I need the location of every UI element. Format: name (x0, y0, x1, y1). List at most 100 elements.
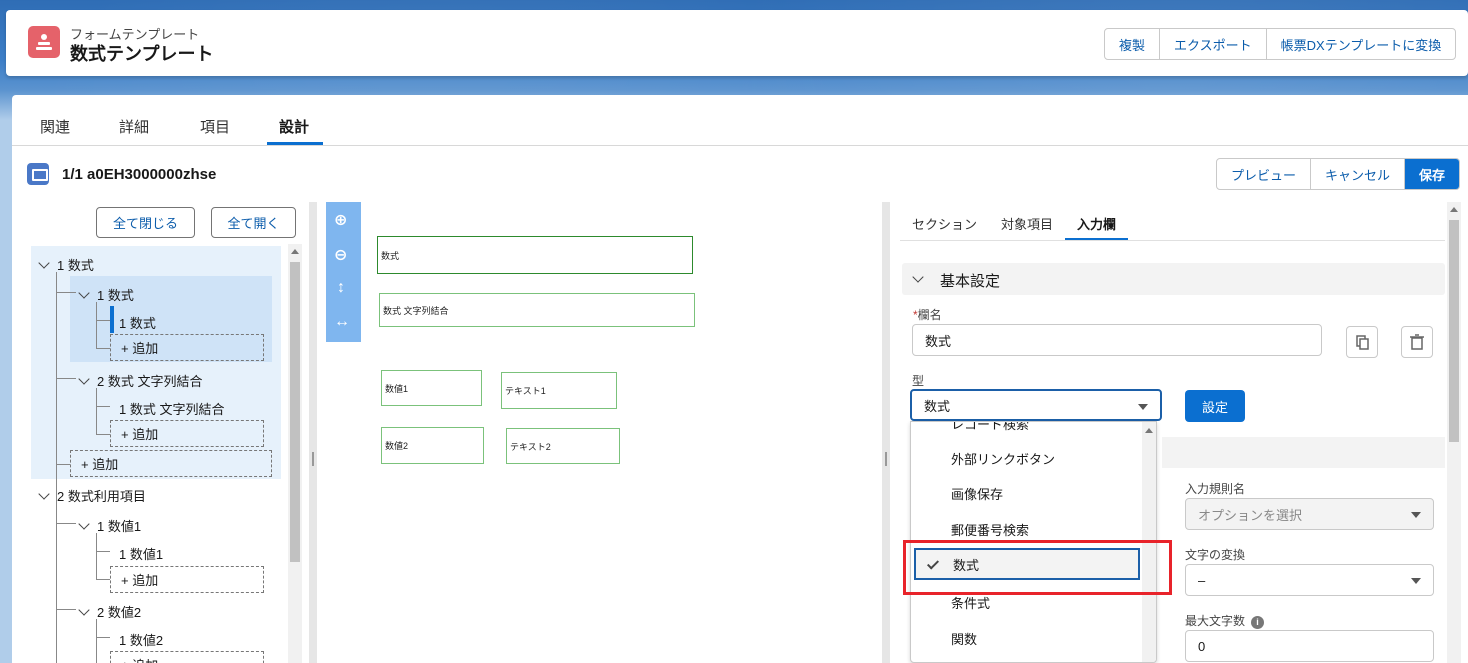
clone-button[interactable]: 複製 (1105, 29, 1159, 59)
canvas-toolbar: ⊕ ⊖ ↕ ↔ (326, 202, 361, 342)
add-item-button[interactable]: + 追加 (110, 420, 264, 447)
max-length-label: 最大文字数 i (1185, 612, 1265, 629)
info-icon[interactable]: i (1251, 616, 1265, 629)
delete-button[interactable] (1401, 326, 1433, 358)
active-tab-indicator (267, 142, 323, 145)
tree-node-1-1[interactable]: 1 数式 (78, 285, 134, 304)
chevron-down-icon[interactable] (78, 373, 90, 385)
tab-target-field[interactable]: 対象項目 (1001, 214, 1053, 233)
chevron-down-icon[interactable] (78, 287, 90, 299)
dropdown-option[interactable]: 外部リンクボタン (911, 441, 1141, 475)
tree-line (56, 464, 70, 465)
tree-scrollbar[interactable] (288, 244, 302, 663)
chevron-down-icon (1411, 578, 1421, 584)
canvas-field-box[interactable]: 数値2 (381, 427, 484, 464)
tab-input-field[interactable]: 入力欄 (1077, 214, 1116, 233)
chevron-down-icon[interactable] (78, 604, 90, 616)
dropdown-option[interactable]: 関数 (911, 621, 1141, 655)
fit-height-icon[interactable]: ↕ (337, 279, 345, 297)
left-resize-handle[interactable] (309, 202, 317, 663)
canvas-field-box[interactable]: 数式 (377, 236, 693, 274)
convert-button[interactable]: 帳票DXテンプレートに変換 (1265, 29, 1456, 59)
tab-divider (900, 240, 1445, 241)
right-panel-scrollbar[interactable] (1447, 202, 1461, 663)
scroll-up-icon[interactable] (1145, 428, 1153, 433)
tree-line (56, 378, 76, 379)
validation-rule-label: 入力規則名 (1185, 482, 1246, 496)
tree-line (96, 619, 97, 663)
add-item-button[interactable]: + 追加 (110, 334, 264, 361)
tree-line (96, 434, 110, 435)
add-item-button[interactable]: + 追加 (70, 450, 272, 477)
tree-node-2-2-1[interactable]: 1 数値2 (119, 630, 163, 649)
dropdown-option[interactable]: レコード検索 (911, 422, 1141, 440)
tree-node-2-1-1[interactable]: 1 数値1 (119, 544, 163, 563)
canvas-field-box[interactable]: テキスト1 (501, 372, 617, 409)
record-header: フォームテンプレート 数式テンプレート 複製 エクスポート 帳票DXテンプレート… (6, 10, 1468, 76)
scroll-up-icon[interactable] (291, 249, 299, 254)
conversion-label: 文字の変換 (1185, 548, 1246, 562)
validation-rule-select: オプションを選択 (1185, 498, 1434, 530)
canvas-field-box[interactable]: 数値1 (381, 370, 482, 406)
header-actions: 複製 エクスポート 帳票DXテンプレートに変換 (1104, 28, 1457, 60)
chevron-down-icon[interactable] (912, 271, 924, 283)
cancel-button[interactable]: キャンセル (1310, 159, 1404, 189)
chevron-down-icon (1411, 512, 1421, 518)
copy-icon (1356, 335, 1369, 350)
preview-button[interactable]: プレビュー (1217, 159, 1310, 189)
type-select[interactable]: 数式 (910, 389, 1162, 421)
tree-line (96, 533, 97, 579)
tab-design[interactable]: 設計 (279, 116, 309, 137)
chevron-down-icon[interactable] (38, 257, 50, 269)
tree-line (56, 609, 76, 610)
zoom-in-icon[interactable]: ⊕ (334, 210, 347, 230)
scrollbar-thumb[interactable] (1449, 220, 1459, 442)
tab-details[interactable]: 詳細 (119, 116, 149, 137)
tree-node-2-2[interactable]: 2 数値2 (78, 602, 141, 621)
tree-node-2-1[interactable]: 1 数値1 (78, 516, 141, 535)
selected-indicator (110, 306, 114, 333)
add-item-button[interactable]: + 追加 (110, 651, 264, 663)
record-title: 数式テンプレート (70, 44, 214, 64)
tree-node-1-2[interactable]: 2 数式 文字列結合 (78, 371, 202, 390)
collapse-all-button[interactable]: 全て閉じる (96, 207, 195, 238)
conversion-select[interactable]: – (1185, 564, 1434, 596)
tree-line (96, 637, 110, 638)
expand-all-button[interactable]: 全て開く (211, 207, 296, 238)
tree-line (96, 406, 110, 407)
canvas-field-box[interactable]: 数式 文字列結合 (379, 293, 695, 327)
field-name-input[interactable]: 数式 (912, 324, 1322, 356)
set-button[interactable]: 設定 (1185, 390, 1245, 422)
tree-line (96, 320, 110, 321)
fit-width-icon[interactable]: ↔ (334, 313, 350, 331)
annotation-highlight-box (903, 540, 1172, 595)
dropdown-option[interactable]: 画像保存 (911, 476, 1141, 510)
tree-line (96, 388, 97, 434)
form-template-icon (28, 26, 60, 58)
tree-line (56, 503, 57, 663)
add-item-button[interactable]: + 追加 (110, 566, 264, 593)
export-button[interactable]: エクスポート (1159, 29, 1266, 59)
max-length-input[interactable]: 0 (1185, 630, 1434, 662)
tree-node-1-2-1[interactable]: 1 数式 文字列結合 (119, 399, 224, 418)
grip-icon (312, 452, 314, 466)
tree-line (96, 348, 110, 349)
zoom-out-icon[interactable]: ⊖ (334, 245, 347, 265)
chevron-down-icon (1138, 404, 1148, 410)
tree-node-1-1-1[interactable]: 1 数式 (119, 313, 156, 332)
right-resize-handle[interactable] (882, 202, 890, 663)
chevron-down-icon[interactable] (38, 488, 50, 500)
tree-line (56, 292, 76, 293)
tab-related[interactable]: 関連 (40, 116, 70, 137)
copy-button[interactable] (1346, 326, 1378, 358)
scroll-up-icon[interactable] (1450, 207, 1458, 212)
canvas-field-box[interactable]: テキスト2 (506, 428, 620, 464)
tree-line (96, 302, 97, 348)
tab-section[interactable]: セクション (912, 214, 977, 233)
tree-node-1[interactable]: 1 数式 (38, 255, 94, 274)
scrollbar-thumb[interactable] (290, 262, 300, 562)
basic-settings-section[interactable]: 基本設定 (902, 263, 1445, 295)
save-button[interactable]: 保存 (1404, 159, 1460, 189)
chevron-down-icon[interactable] (78, 518, 90, 530)
tab-fields[interactable]: 項目 (200, 116, 230, 137)
